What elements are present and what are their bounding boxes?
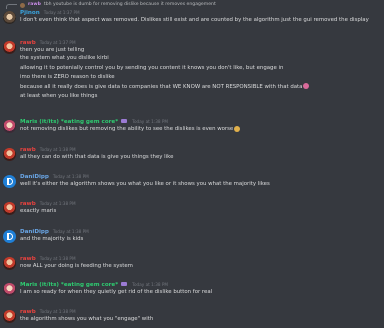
reply-text: tbh youtube is dumb for removing dislike… [43,2,216,8]
message-text: I don't even think that aspect was remov… [20,17,369,23]
message-text-content: not removing dislikes but removing the a… [20,126,234,132]
reply-preview[interactable]: rawb tbh youtube is dumb for removing di… [6,2,216,9]
message-text: allowing it to potenially control you by… [20,64,284,71]
message-text: all they can do with that data is give y… [20,154,174,160]
message-text: not removing dislikes but removing the a… [20,125,380,133]
message-text: well it's either the algorithm shows you… [20,181,270,187]
message-text: imo there is ZERO reason to dislike [20,74,115,81]
avatar[interactable] [3,175,16,188]
logo-icon [6,233,13,240]
message-header: rawb Today at 1:38 PM [20,200,380,207]
avatar[interactable] [3,41,16,54]
message-header: DaniDipp Today at 1:38 PM [20,228,380,235]
avatar[interactable] [3,230,16,243]
message-text: exactly maris [20,208,57,214]
chat-message-list: rawb tbh youtube is dumb for removing di… [0,0,384,328]
avatar[interactable] [3,148,16,161]
avatar[interactable] [3,202,16,215]
badge-icon [121,282,128,286]
reply-avatar [20,3,25,8]
message-text: and the majority is kids [20,236,84,242]
message-text: I am so ready for when they quietly get … [20,289,213,295]
message-text-content: because all it really does is give data … [20,83,303,90]
message-header: Maris (it/its) *eating gem core* Today a… [20,118,380,125]
message-text: the algorithm shows you what you "engage… [20,316,154,322]
message-header: Maris (it/its) *eating gem core* Today a… [20,281,380,288]
emoji-icon [303,83,310,90]
logo-icon [6,178,13,185]
message-text: at least when you like things [20,93,98,100]
badge-icon [121,119,128,123]
message-text: because all it really does is give data … [20,83,380,93]
message-text: now ALL your doing is feeding the system [20,263,133,269]
avatar[interactable] [3,257,16,270]
reply-author-name[interactable]: rawb [28,2,41,9]
message-text: then you are just telling [20,47,85,53]
message-header: rawb Today at 1:38 PM [20,308,380,315]
message-header: rawb Today at 1:38 PM [20,146,380,153]
avatar[interactable] [3,283,16,296]
message-text: the system what you dislike kirbi [20,55,109,61]
message-header: DaniDipp Today at 1:38 PM [20,173,380,180]
message-header: rawb Today at 1:38 PM [20,255,380,262]
message-header: Pjinon Today at 1:37 PM [20,9,380,16]
message-header: rawb Today at 1:37 PM [20,39,380,46]
avatar[interactable] [3,11,16,24]
emoji-icon [234,125,241,132]
avatar[interactable] [3,120,16,133]
avatar[interactable] [3,310,16,323]
reply-connector [6,4,17,9]
